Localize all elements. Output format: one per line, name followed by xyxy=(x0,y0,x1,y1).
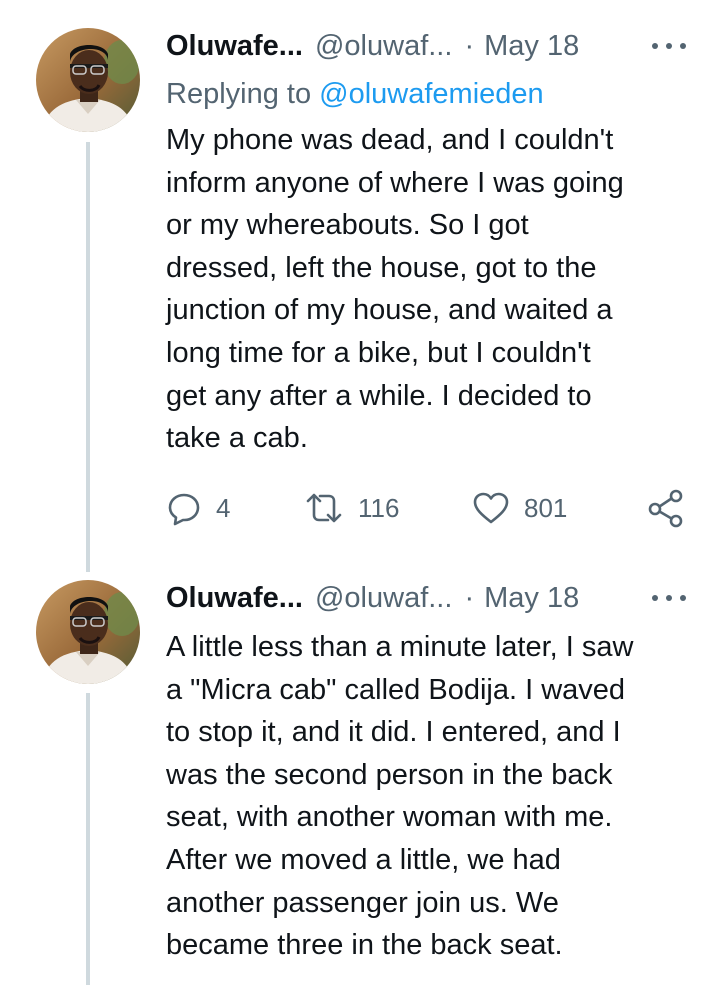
tweet-text-line: A little less than a minute later, I saw xyxy=(166,631,634,663)
thread-line xyxy=(86,142,90,572)
retweet-count: 116 xyxy=(358,492,400,523)
replying-to: Replying to @oluwafemieden xyxy=(166,76,544,112)
thread-line xyxy=(86,693,90,985)
separator-dot: · xyxy=(464,29,475,62)
dot xyxy=(666,595,672,601)
tweet-text-line: a "Micra cab" called Bodija. I waved xyxy=(166,673,626,706)
more-options-icon[interactable] xyxy=(652,36,686,56)
avatar[interactable] xyxy=(36,580,140,684)
tweet-text: My phone was dead, and I couldn't inform… xyxy=(166,119,706,460)
tweet-text-line: was the second person in the back xyxy=(166,758,613,791)
author-name[interactable]: Oluwafe... xyxy=(166,583,303,613)
dot xyxy=(680,595,686,601)
tweet-date[interactable]: May 18 xyxy=(484,31,579,61)
like-count: 801 xyxy=(524,492,568,523)
separator-dot: · xyxy=(464,581,475,614)
tweet-date[interactable]: May 18 xyxy=(484,583,579,613)
tweet-header: Oluwafe... @oluwaf... · May 18 xyxy=(166,26,686,66)
reply-to-handle[interactable]: @oluwafemieden xyxy=(319,78,544,110)
tweet-text-line: take a cab. xyxy=(166,422,308,455)
tweet-header: Oluwafe... @oluwaf... · May 18 xyxy=(166,578,686,618)
dot xyxy=(666,43,672,49)
avatar-photo xyxy=(36,28,140,132)
more-options-icon[interactable] xyxy=(652,588,686,608)
author-name[interactable]: Oluwafe... xyxy=(166,31,303,61)
tweet-text-line: to stop it, and it did. I entered, and I xyxy=(166,716,621,749)
retweet-arrows-icon xyxy=(306,493,342,523)
dot xyxy=(652,595,658,601)
avatar[interactable] xyxy=(36,28,140,132)
tweet-text-line: became three in the back seat. xyxy=(166,929,563,962)
dot xyxy=(652,43,658,49)
tweet-text-line: seat, with another woman with me. xyxy=(166,801,613,834)
tweet[interactable]: Oluwafe... @oluwaf... · May 18 A little … xyxy=(0,572,720,985)
tweet-text-line: inform anyone of where I was going xyxy=(166,166,624,199)
tweet-text-line: dressed, left the house, got to the xyxy=(166,251,597,284)
tweet-text-line: My phone was dead, and I couldn't xyxy=(166,124,614,156)
tweet-text-line: junction of my house, and waited a xyxy=(166,294,613,327)
avatar-photo xyxy=(36,580,140,684)
speech-bubble-icon xyxy=(168,493,200,526)
author-handle[interactable]: @oluwaf... xyxy=(315,31,452,61)
tweet[interactable]: Oluwafe... @oluwaf... · May 18 Replying … xyxy=(0,0,720,572)
tweet-text-line: long time for a bike, but I couldn't xyxy=(166,336,591,369)
reply-button[interactable]: 4 xyxy=(166,486,230,530)
tweet-text-line: another passenger join us. We xyxy=(166,886,559,919)
share-button[interactable] xyxy=(646,486,686,530)
tweet-text-line: or my whereabouts. So I got xyxy=(166,209,529,242)
like-button[interactable]: 801 xyxy=(472,486,567,530)
author-handle[interactable]: @oluwaf... xyxy=(315,583,452,613)
retweet-button[interactable]: 116 xyxy=(304,486,399,530)
share-nodes-icon xyxy=(648,489,683,528)
reply-prefix: Replying to xyxy=(166,78,312,110)
tweet-actions: 4 116 801 xyxy=(166,486,688,530)
tweet-text-line: After we moved a little, we had xyxy=(166,843,561,876)
heart-icon xyxy=(473,492,509,524)
tweet-text-line: get any after a while. I decided to xyxy=(166,379,592,412)
dot xyxy=(680,43,686,49)
tweet-text: A little less than a minute later, I saw… xyxy=(166,626,706,967)
reply-count: 4 xyxy=(216,492,231,523)
